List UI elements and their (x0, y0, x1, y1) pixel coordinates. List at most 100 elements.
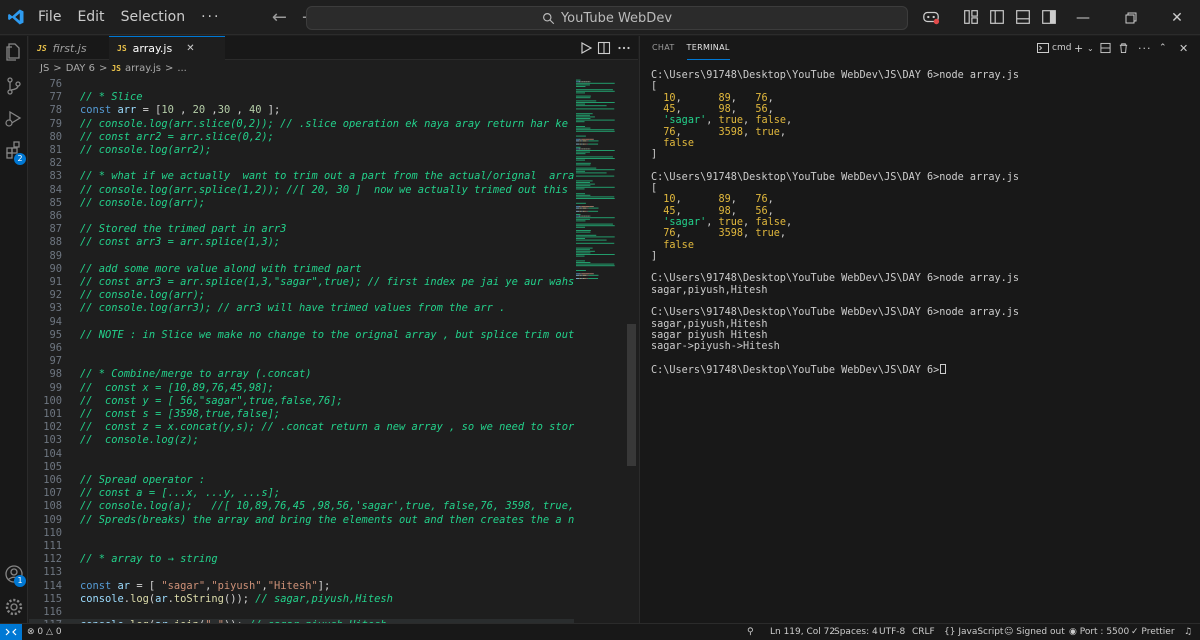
code-line[interactable]: 97 (29, 355, 574, 368)
code-line[interactable]: 106 // Spread operator : (29, 474, 574, 487)
code-line[interactable]: 107 // const a = [...x, ...y, ...s]; (29, 487, 574, 500)
restore-icon[interactable] (1108, 0, 1154, 35)
code-line[interactable]: 110 (29, 527, 574, 540)
code-line[interactable]: 94 (29, 316, 574, 329)
code-line[interactable]: 86 (29, 210, 574, 223)
language-mode[interactable]: {} JavaScript (944, 626, 1003, 639)
minimap-line (576, 231, 591, 233)
terminal-output[interactable]: C:\Users\91748\Desktop\YouTube WebDev\JS… (651, 70, 1196, 620)
code-line[interactable]: 87 // Stored the trimed part in arr3 (29, 223, 574, 236)
close-tab-icon[interactable]: ✕ (186, 43, 194, 54)
indentation[interactable]: Spaces: 4 (834, 626, 878, 639)
line-number: 83 (49, 170, 62, 183)
cursor-position[interactable]: Ln 119, Col 72 (770, 626, 835, 639)
split-terminal-icon[interactable] (1100, 41, 1111, 55)
toggle-secondary-sidebar-icon[interactable] (1040, 8, 1058, 26)
terminal-shell-selector[interactable]: cmd (1037, 41, 1071, 55)
code-line[interactable]: 112 // * array to → string (29, 553, 574, 566)
more-actions-icon[interactable] (617, 41, 631, 55)
breadcrumb-folder-js[interactable]: JS (40, 63, 49, 74)
code-line[interactable]: 89 (29, 250, 574, 263)
tab-first-js[interactable]: JS first.js (29, 36, 109, 60)
code-line[interactable]: 84 // console.log(arr.splice(1,2)); //[ 2… (29, 184, 574, 197)
notifications-bell-icon[interactable]: ♫ (1184, 626, 1192, 639)
menu-edit[interactable]: Edit (69, 0, 112, 35)
zoom-icon[interactable]: ⚲ (747, 626, 754, 639)
toggle-primary-sidebar-icon[interactable] (988, 8, 1006, 26)
code-line[interactable]: 111 (29, 540, 574, 553)
close-window-icon[interactable]: ✕ (1154, 0, 1200, 35)
minimap[interactable] (574, 76, 626, 623)
code-line[interactable]: 96 (29, 342, 574, 355)
code-line[interactable]: 76 (29, 78, 574, 91)
code-line[interactable]: 92 // console.log(arr); (29, 289, 574, 302)
menu-selection[interactable]: Selection (113, 0, 194, 35)
code-line[interactable]: 113 (29, 566, 574, 579)
prettier-status[interactable]: ✓ Prettier (1131, 626, 1175, 639)
code-line[interactable]: 85 // console.log(arr); (29, 197, 574, 210)
explorer-icon[interactable] (4, 42, 24, 62)
menu-more[interactable]: ··· (193, 0, 228, 35)
customize-layout-icon[interactable] (962, 8, 980, 26)
encoding[interactable]: UTF-8 (879, 626, 905, 639)
breadcrumb-folder-day6[interactable]: DAY 6 (66, 63, 95, 74)
new-terminal-icon[interactable]: + (1074, 41, 1083, 55)
code-line[interactable]: 77 // * Slice (29, 91, 574, 104)
split-editor-icon[interactable] (597, 41, 611, 55)
code-line[interactable]: 98 // * Combine/merge to array (.concat) (29, 368, 574, 381)
trash-icon[interactable] (1118, 41, 1129, 55)
chevron-up-icon[interactable]: ⌃ (1159, 41, 1167, 55)
account-status[interactable]: ☺ Signed out (1004, 626, 1065, 639)
tab-array-js[interactable]: JS array.js ✕ (109, 36, 225, 60)
code-line[interactable]: 99 // const x = [10,89,76,45,98]; (29, 382, 574, 395)
code-line[interactable]: 108 // console.log(a); //[ 10,89,76,45 ,9… (29, 500, 574, 513)
code-line[interactable]: 100 // const y = [ 56,"sagar",true,false,… (29, 395, 574, 408)
breadcrumb-file[interactable]: array.js (125, 63, 161, 74)
toggle-panel-icon[interactable] (1014, 8, 1032, 26)
line-ending[interactable]: CRLF (912, 626, 935, 639)
command-center-search[interactable]: YouTube WebDev (306, 6, 908, 30)
remote-indicator[interactable] (0, 624, 22, 640)
editor-scrollbar[interactable] (627, 324, 636, 466)
manage-gear-icon[interactable] (4, 597, 24, 617)
minimize-icon[interactable]: — (1060, 0, 1106, 35)
code-line[interactable]: 101 // const s = [3598,true,false]; (29, 408, 574, 421)
source-control-icon[interactable] (4, 76, 24, 96)
tab-terminal[interactable]: TERMINAL (686, 36, 730, 60)
code-line[interactable]: 115 console.log(ar.toString()); // sagar,… (29, 593, 574, 606)
menu-file[interactable]: File (30, 0, 69, 35)
tab-chat[interactable]: CHAT (652, 36, 675, 60)
breadcrumb-symbols[interactable]: ... (177, 63, 187, 74)
code-line[interactable]: 116 (29, 606, 574, 619)
code-line[interactable]: 83 // * what if we actually want to trim … (29, 170, 574, 183)
chevron-down-icon[interactable]: ⌄ (1087, 41, 1094, 55)
run-debug-icon[interactable] (4, 108, 24, 128)
code-line[interactable]: 81 // console.log(arr2); (29, 144, 574, 157)
more-actions-icon[interactable]: ··· (1138, 41, 1152, 55)
code-line[interactable]: 105 (29, 461, 574, 474)
code-line[interactable]: 88 // const arr3 = arr.splice(1,3); (29, 236, 574, 249)
code-line[interactable]: 78 const arr = [10 , 20 ,30 , 40 ]; (29, 104, 574, 117)
live-server-port[interactable]: ◉ Port : 5500 (1069, 626, 1129, 639)
code-line[interactable]: 114 const ar = [ "sagar","piyush","Hitesh… (29, 580, 574, 593)
code-line[interactable]: 80 // const arr2 = arr.slice(0,2); (29, 131, 574, 144)
code-line[interactable]: 82 (29, 157, 574, 170)
run-code-icon[interactable] (579, 41, 593, 55)
code-line[interactable]: 104 (29, 448, 574, 461)
minimap-line (576, 150, 615, 151)
copilot-icon[interactable] (922, 8, 940, 26)
problems-indicator[interactable]: ⊗ 0 △ 0 (27, 626, 62, 639)
code-line[interactable]: 109 // Spreds(breaks) the array and bring… (29, 514, 574, 527)
close-panel-icon[interactable]: ✕ (1179, 41, 1188, 55)
line-number: 95 (49, 328, 62, 341)
back-arrow-icon[interactable]: ← (264, 7, 294, 28)
code-line[interactable]: 93 // console.log(arr3); // arr3 will hav… (29, 302, 574, 315)
code-line[interactable]: 95 // NOTE : in Slice we make no change t… (29, 329, 574, 342)
vscode-logo-icon[interactable] (2, 0, 30, 35)
code-line[interactable]: 79 // console.log(arr.slice(0,2)); // .sl… (29, 118, 574, 131)
code-editor[interactable]: 76 77 // * Slice 78 const arr = [10 , 20 ,30… (29, 76, 574, 623)
code-line[interactable]: 90 // add some more value alond with trim… (29, 263, 574, 276)
code-line[interactable]: 102 // const z = x.concat(y,s); // .conca… (29, 421, 574, 434)
code-line[interactable]: 103 // console.log(z); (29, 434, 574, 447)
code-line[interactable]: 91 // const arr3 = arr.splice(1,3,"sagar"… (29, 276, 574, 289)
